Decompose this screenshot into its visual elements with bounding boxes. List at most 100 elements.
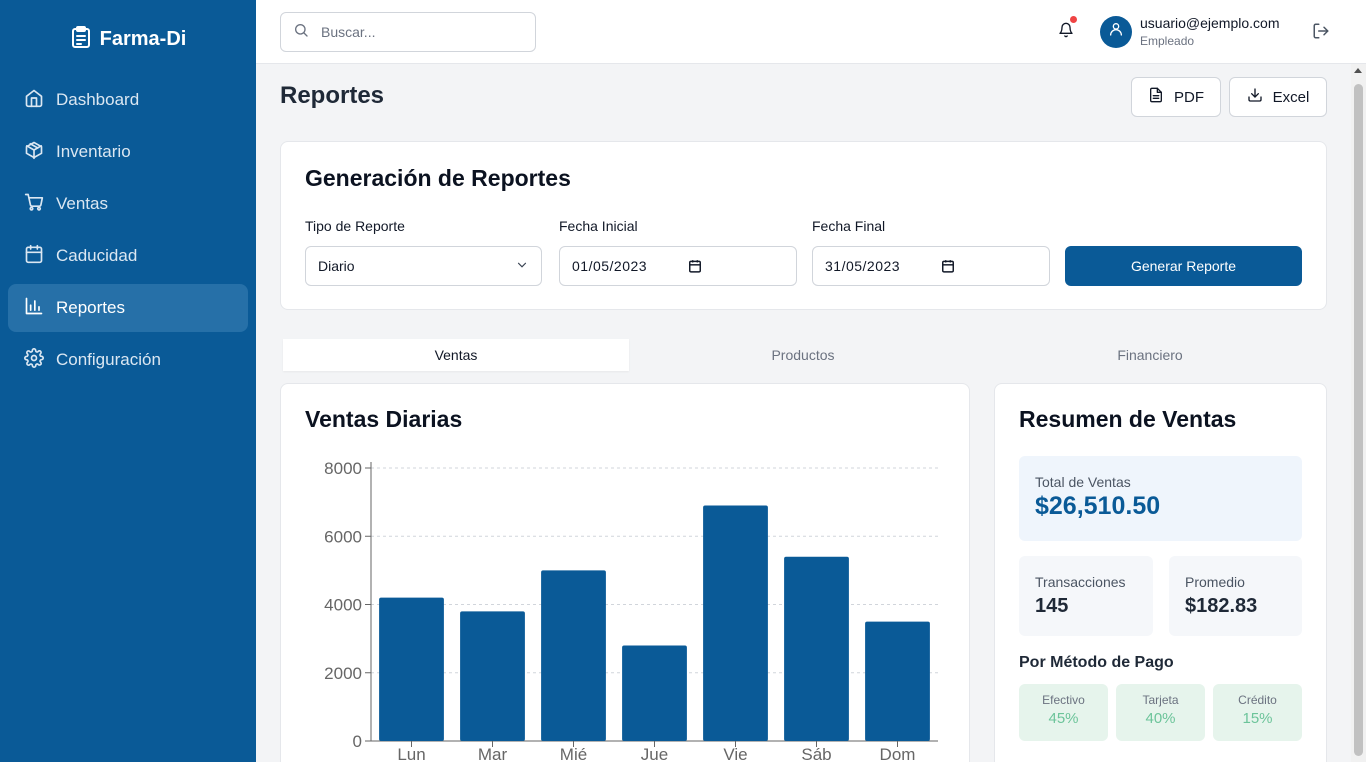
bar-mar	[460, 611, 525, 741]
user-icon	[1108, 21, 1124, 42]
logout-button[interactable]	[1312, 22, 1330, 45]
bell-icon	[1058, 21, 1074, 44]
sidebar-item-label: Configuración	[56, 350, 161, 369]
sidebar-item-dashboard[interactable]: Dashboard	[8, 76, 248, 124]
total-sales-label: Total de Ventas	[1035, 474, 1131, 490]
search-input[interactable]	[321, 24, 521, 40]
transactions-value: 145	[1035, 595, 1069, 617]
user-menu[interactable]: usuario@ejemplo.com Empleado	[1100, 14, 1280, 49]
payment-tarjeta: Tarjeta 40%	[1116, 684, 1205, 741]
scrollbar[interactable]	[1351, 64, 1366, 762]
brand: Farma-Di	[0, 24, 256, 54]
y-tick-label: 0	[353, 732, 362, 751]
sidebar-item-label: Caducidad	[56, 246, 138, 265]
notification-dot	[1070, 16, 1077, 23]
download-icon	[1247, 87, 1263, 107]
report-type-value: Diario	[318, 258, 355, 274]
bar-chart-icon	[24, 296, 44, 321]
calendar-icon[interactable]	[941, 259, 955, 276]
sidebar-nav: Dashboard Inventario Ventas Caducidad Re…	[8, 76, 248, 388]
avatar	[1100, 15, 1132, 48]
sidebar-item-ventas[interactable]: Ventas	[8, 180, 248, 228]
transactions-box: Transacciones 145	[1019, 556, 1153, 636]
y-tick-label: 4000	[324, 596, 362, 615]
bar-lun	[379, 597, 444, 741]
cart-icon	[24, 192, 44, 217]
sidebar-item-configuracion[interactable]: Configuración	[8, 336, 248, 384]
app-name: Farma-Di	[99, 27, 187, 50]
x-tick-label: Sáb	[801, 745, 831, 762]
daily-sales-chart: 0 2000 4000 6000 8000 Lun Mar Mié Jue Vie Sáb Dom	[324, 459, 938, 762]
sidebar: Farma-Di Dashboard Inventario Ventas Cad…	[0, 0, 256, 762]
average-value: $182.83	[1185, 595, 1258, 617]
sidebar-item-caducidad[interactable]: Caducidad	[8, 232, 248, 280]
sidebar-item-label: Dashboard	[56, 90, 140, 109]
transactions-label: Transacciones	[1035, 574, 1126, 590]
payment-credito: Crédito 15%	[1213, 684, 1302, 741]
generate-report-button[interactable]: Generar Reporte	[1065, 246, 1302, 286]
sales-summary-title: Resumen de Ventas	[1019, 406, 1237, 432]
y-tick-label: 6000	[324, 527, 362, 546]
bar-vie	[703, 505, 768, 741]
start-date-label: Fecha Inicial	[559, 218, 638, 234]
sales-summary-card: Resumen de Ventas Total de Ventas $26,51…	[994, 383, 1327, 762]
x-tick-label: Mar	[478, 745, 508, 762]
home-icon	[24, 88, 44, 113]
search-box[interactable]	[280, 12, 536, 52]
file-icon	[1148, 87, 1164, 107]
bar-mié	[541, 570, 606, 741]
y-tick-label: 2000	[324, 664, 362, 683]
end-date-input[interactable]: 31/05/2023	[812, 246, 1050, 286]
x-tick-label: Vie	[723, 745, 747, 762]
end-date-value: 31/05/2023	[825, 258, 901, 274]
daily-sales-card: Ventas Diarias 0 2000 4000 6000 8000 Lun Mar Mi…	[280, 383, 970, 762]
tab-financiero[interactable]: Financiero	[977, 339, 1323, 371]
clipboard-icon	[70, 25, 92, 54]
tab-ventas[interactable]: Ventas	[283, 339, 629, 371]
report-tabs: Ventas Productos Financiero	[280, 336, 1326, 374]
search-icon	[293, 22, 309, 43]
report-generation-title: Generación de Reportes	[305, 165, 571, 191]
user-email: usuario@ejemplo.com	[1140, 15, 1280, 31]
bar-jue	[622, 645, 687, 741]
top-header: usuario@ejemplo.com Empleado	[256, 0, 1366, 64]
total-sales-value: $26,510.50	[1035, 492, 1161, 520]
excel-label: Excel	[1272, 88, 1310, 106]
bar-sáb	[784, 556, 849, 741]
bar-dom	[865, 621, 930, 741]
chevron-down-icon	[515, 258, 529, 275]
excel-button[interactable]: Excel	[1229, 77, 1327, 117]
page-title: Reportes	[280, 82, 385, 109]
payment-name: Crédito	[1238, 693, 1277, 707]
sidebar-item-label: Reportes	[56, 298, 125, 317]
sidebar-item-reportes[interactable]: Reportes	[8, 284, 248, 332]
sidebar-item-inventario[interactable]: Inventario	[8, 128, 248, 176]
user-role: Empleado	[1140, 34, 1195, 48]
scroll-up-arrow[interactable]	[1354, 68, 1362, 73]
gear-icon	[24, 347, 44, 373]
end-date-label: Fecha Final	[812, 218, 886, 234]
sidebar-item-label: Ventas	[56, 194, 108, 213]
payment-efectivo: Efectivo 45%	[1019, 684, 1108, 741]
report-generation-card: Generación de Reportes Tipo de Reporte D…	[280, 141, 1327, 310]
x-tick-label: Lun	[397, 745, 425, 762]
report-type-select[interactable]: Diario	[305, 246, 542, 286]
payment-method-title: Por Método de Pago	[1019, 654, 1174, 671]
payment-percent: 40%	[1145, 710, 1176, 727]
calendar-icon[interactable]	[688, 259, 702, 276]
x-tick-label: Mié	[560, 745, 587, 762]
payment-name: Efectivo	[1042, 693, 1085, 707]
pdf-button[interactable]: PDF	[1131, 77, 1221, 117]
payment-percent: 45%	[1048, 710, 1079, 727]
start-date-input[interactable]: 01/05/2023	[559, 246, 797, 286]
notifications-button[interactable]	[1054, 16, 1078, 44]
y-tick-label: 8000	[324, 459, 362, 478]
sidebar-item-label: Inventario	[56, 142, 131, 161]
tab-productos[interactable]: Productos	[630, 339, 976, 371]
payment-name: Tarjeta	[1142, 693, 1179, 707]
report-type-label: Tipo de Reporte	[305, 218, 405, 234]
x-tick-label: Jue	[641, 745, 668, 762]
calendar-icon	[24, 244, 44, 269]
user-info: usuario@ejemplo.com Empleado	[1140, 14, 1280, 49]
scroll-thumb[interactable]	[1354, 84, 1363, 756]
